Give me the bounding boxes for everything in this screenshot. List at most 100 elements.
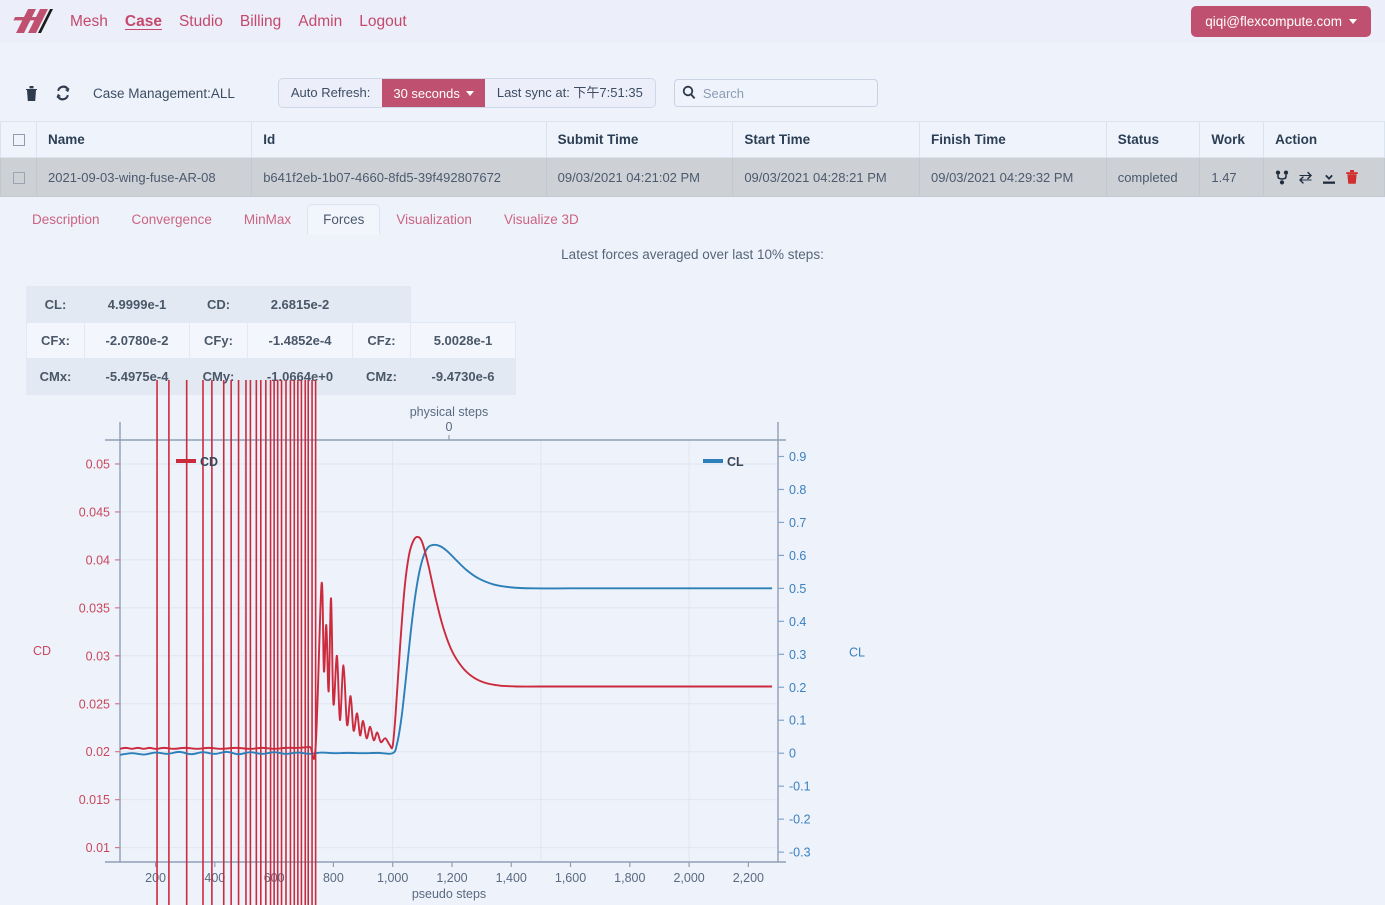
user-account-menu[interactable]: qiqi@flexcompute.com <box>1191 6 1371 37</box>
forces-key-cl: CL: <box>27 287 85 323</box>
cl-curve <box>120 545 772 755</box>
forces-chart[interactable]: 0physical steps2004006008001,0001,2001,4… <box>0 380 1385 905</box>
forces-caption: Latest forces averaged over last 10% ste… <box>0 247 1385 262</box>
forces-row-2: CFx: -2.0780e-2 CFy: -1.4852e-4 CFz: 5.0… <box>27 323 516 359</box>
svg-text:0.9: 0.9 <box>789 450 806 464</box>
cell-start-time: 09/03/2021 04:28:21 PM <box>733 158 920 197</box>
svg-text:CL: CL <box>727 455 744 469</box>
table-header-row: Name Id Submit Time Start Time Finish Ti… <box>1 122 1385 158</box>
top-navbar: Mesh Case Studio Billing Admin Logout qi… <box>0 0 1385 43</box>
svg-text:1,200: 1,200 <box>436 871 467 885</box>
case-management-title: Case Management:ALL <box>93 86 235 101</box>
download-icon[interactable] <box>1322 170 1336 185</box>
svg-text:0.6: 0.6 <box>789 549 806 563</box>
cd-curve <box>120 537 772 759</box>
svg-text:-0.2: -0.2 <box>789 813 811 827</box>
chevron-down-icon <box>466 91 474 96</box>
svg-text:CL: CL <box>849 646 865 660</box>
nav-links: Mesh Case Studio Billing Admin Logout <box>70 13 407 31</box>
col-header-finish-time[interactable]: Finish Time <box>920 122 1107 158</box>
svg-text:0.7: 0.7 <box>789 516 806 530</box>
nav-link-studio[interactable]: Studio <box>179 13 223 31</box>
svg-text:0.035: 0.035 <box>79 601 110 615</box>
col-header-status[interactable]: Status <box>1106 122 1200 158</box>
forces-key-cfx: CFx: <box>27 323 85 359</box>
cell-id: b641f2eb-1b07-4660-8fd5-39f492807672 <box>252 158 546 197</box>
nav-link-logout[interactable]: Logout <box>359 13 406 31</box>
svg-text:CD: CD <box>200 455 218 469</box>
swap-icon[interactable] <box>1298 170 1313 185</box>
cell-name: 2021-09-03-wing-fuse-AR-08 <box>37 158 252 197</box>
nav-link-case[interactable]: Case <box>125 13 162 31</box>
svg-text:0.025: 0.025 <box>79 697 110 711</box>
svg-text:1,000: 1,000 <box>377 871 408 885</box>
nav-link-billing[interactable]: Billing <box>240 13 281 31</box>
cell-status: completed <box>1106 158 1200 197</box>
forces-key-cd: CD: <box>190 287 248 323</box>
flexcompute-logo-icon[interactable] <box>12 7 54 37</box>
svg-text:pseudo steps: pseudo steps <box>412 887 486 901</box>
forces-summary-table: CL: 4.9999e-1 CD: 2.6815e-2 CFx: -2.0780… <box>26 286 516 395</box>
col-header-name[interactable]: Name <box>37 122 252 158</box>
trash-icon[interactable] <box>18 82 44 104</box>
svg-text:1,400: 1,400 <box>496 871 527 885</box>
col-header-work[interactable]: Work <box>1200 122 1264 158</box>
nav-link-admin[interactable]: Admin <box>298 13 342 31</box>
svg-text:0.05: 0.05 <box>86 457 110 471</box>
tab-forces[interactable]: Forces <box>307 204 380 235</box>
tab-convergence[interactable]: Convergence <box>116 204 228 235</box>
svg-text:0: 0 <box>446 420 453 434</box>
forces-value-cfz: 5.0028e-1 <box>411 323 516 359</box>
user-email-label: qiqi@flexcompute.com <box>1205 14 1342 29</box>
forces-chart-svg[interactable]: 0physical steps2004006008001,0001,2001,4… <box>0 380 1385 905</box>
col-header-submit-time[interactable]: Submit Time <box>546 122 733 158</box>
cd-spikes <box>157 380 316 905</box>
case-table: Name Id Submit Time Start Time Finish Ti… <box>0 121 1385 197</box>
svg-text:0.03: 0.03 <box>86 649 110 663</box>
auto-refresh-dropdown[interactable]: 30 seconds <box>382 78 485 108</box>
svg-text:0.045: 0.045 <box>79 505 110 519</box>
tab-visualization[interactable]: Visualization <box>380 204 488 235</box>
fork-icon[interactable] <box>1275 170 1289 185</box>
col-header-id[interactable]: Id <box>252 122 546 158</box>
svg-text:-0.3: -0.3 <box>789 846 811 860</box>
cell-submit-time: 09/03/2021 04:21:02 PM <box>546 158 733 197</box>
refresh-icon[interactable] <box>50 82 76 104</box>
forces-key-empty <box>353 287 411 323</box>
svg-text:0.1: 0.1 <box>789 714 806 728</box>
svg-text:0.4: 0.4 <box>789 615 806 629</box>
svg-text:800: 800 <box>323 871 344 885</box>
table-row[interactable]: 2021-09-03-wing-fuse-AR-08 b641f2eb-1b07… <box>1 158 1385 197</box>
nav-link-mesh[interactable]: Mesh <box>70 13 108 31</box>
select-all-checkbox[interactable] <box>13 134 25 146</box>
auto-refresh-value: 30 seconds <box>393 86 460 101</box>
tab-visualize-3d[interactable]: Visualize 3D <box>488 204 595 235</box>
forces-value-cfx: -2.0780e-2 <box>85 323 190 359</box>
svg-text:0.015: 0.015 <box>79 793 110 807</box>
row-checkbox[interactable] <box>13 172 25 184</box>
auto-refresh-label: Auto Refresh: <box>279 79 383 107</box>
select-all-cell <box>1 122 37 158</box>
svg-text:0: 0 <box>789 747 796 761</box>
col-header-start-time[interactable]: Start Time <box>733 122 920 158</box>
search-box <box>674 79 878 107</box>
svg-text:1,800: 1,800 <box>614 871 645 885</box>
svg-text:2,200: 2,200 <box>733 871 764 885</box>
cell-work: 1.47 <box>1200 158 1264 197</box>
forces-row-1: CL: 4.9999e-1 CD: 2.6815e-2 <box>27 287 516 323</box>
forces-key-cfy: CFy: <box>190 323 248 359</box>
delete-icon[interactable] <box>1345 169 1359 185</box>
tab-description[interactable]: Description <box>16 204 116 235</box>
auto-refresh-group: Auto Refresh: 30 seconds Last sync at: 下… <box>278 78 656 108</box>
col-header-action[interactable]: Action <box>1264 122 1385 158</box>
search-icon <box>682 85 696 105</box>
forces-value-cl: 4.9999e-1 <box>85 287 190 323</box>
row-select-cell <box>1 158 37 197</box>
detail-tabs: Description Convergence MinMax Forces Vi… <box>0 203 1385 235</box>
svg-text:0.02: 0.02 <box>86 745 110 759</box>
tab-minmax[interactable]: MinMax <box>228 204 307 235</box>
last-sync-label: Last sync at: 下午7:51:35 <box>485 79 655 107</box>
case-toolbar: Case Management:ALL Auto Refresh: 30 sec… <box>0 69 1385 117</box>
search-input[interactable] <box>674 79 878 107</box>
svg-text:0.3: 0.3 <box>789 648 806 662</box>
